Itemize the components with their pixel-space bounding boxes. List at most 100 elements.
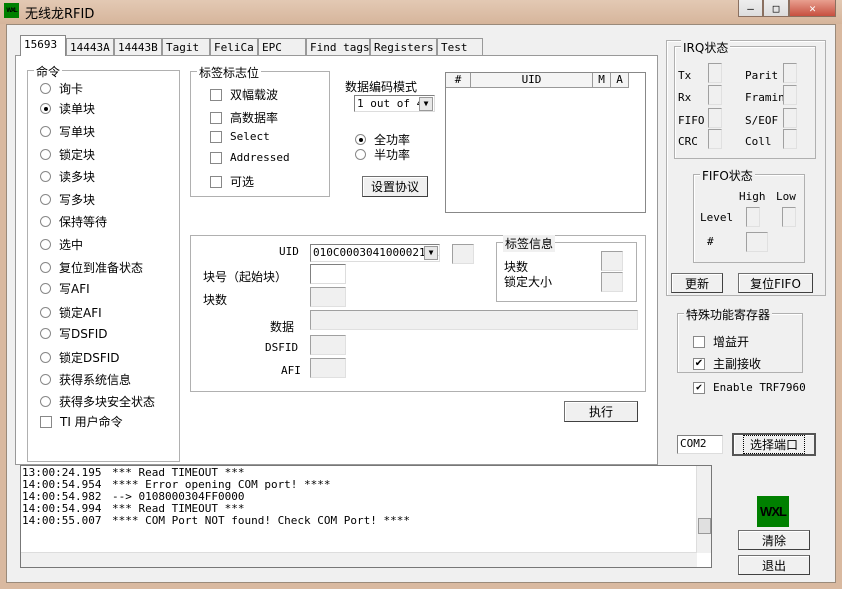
radio-icon[interactable] xyxy=(40,239,51,250)
execute-button[interactable]: 执行 xyxy=(564,401,638,422)
tab-tagit[interactable]: Tagit xyxy=(162,38,210,55)
set-protocol-button[interactable]: 设置协议 xyxy=(362,176,428,197)
chevron-down-icon[interactable]: ▼ xyxy=(424,246,438,260)
irq-indicator xyxy=(783,108,797,128)
checkbox-icon[interactable] xyxy=(210,88,222,101)
checkbox-icon[interactable] xyxy=(210,151,222,164)
radio-icon[interactable] xyxy=(40,283,51,294)
command-radio[interactable]: 写多块 xyxy=(40,191,95,208)
radio-icon[interactable] xyxy=(40,83,51,94)
command-radio[interactable]: 写单块 xyxy=(40,123,95,140)
command-radio[interactable]: 选中 xyxy=(40,236,83,253)
command-radio[interactable]: 写DSFID xyxy=(40,325,108,342)
maximize-button[interactable]: □ xyxy=(763,0,789,17)
col-header-m[interactable]: M xyxy=(593,73,611,88)
scrollbar-thumb[interactable] xyxy=(698,518,711,534)
com-port-input[interactable]: COM2 xyxy=(677,435,723,454)
col-header-index[interactable]: # xyxy=(446,73,471,88)
command-radio[interactable]: 询卡 xyxy=(40,80,83,97)
tab-15693[interactable]: 15693 xyxy=(20,35,66,56)
uid-select[interactable]: 010C000304100002101 ▼ xyxy=(310,244,440,262)
exit-button[interactable]: 退出 xyxy=(738,555,810,575)
command-label: 写AFI xyxy=(59,282,90,296)
col-header-a[interactable]: A xyxy=(611,73,629,88)
radio-icon[interactable] xyxy=(40,307,51,318)
radio-icon[interactable] xyxy=(40,194,51,205)
checkbox-icon[interactable] xyxy=(210,111,222,124)
command-radio[interactable]: 锁定DSFID xyxy=(40,349,120,366)
radio-icon[interactable] xyxy=(40,328,51,339)
tag-info-lock-size-label: 锁定大小 xyxy=(504,275,553,289)
close-button[interactable]: ✕ xyxy=(789,0,836,17)
encoding-select[interactable]: 1 out of 4 ▼ xyxy=(354,95,435,112)
radio-icon[interactable] xyxy=(40,171,51,182)
flag-checkbox[interactable]: 可选 xyxy=(210,173,254,190)
irq-label: CRC xyxy=(678,135,698,148)
refresh-button[interactable]: 更新 xyxy=(671,273,723,293)
ti-user-command-checkbox[interactable]: TI 用户命令 xyxy=(40,413,123,430)
flag-checkbox[interactable]: Addressed xyxy=(210,151,290,164)
vertical-scrollbar[interactable] xyxy=(696,466,711,553)
command-label: 写多块 xyxy=(59,193,96,207)
irq-label: Parit xyxy=(745,69,779,82)
checkbox-icon[interactable] xyxy=(693,335,705,348)
radio-icon[interactable] xyxy=(40,149,51,160)
irq-title: IRQ状态 xyxy=(681,39,731,56)
radio-icon[interactable] xyxy=(40,396,51,407)
radio-icon[interactable] xyxy=(40,374,51,385)
reset-fifo-button[interactable]: 复位FIFO xyxy=(738,273,813,293)
radio-icon[interactable] xyxy=(40,262,51,273)
log-time: 14:00:55.007 xyxy=(22,514,102,527)
tag-list[interactable]: # UID M A xyxy=(445,72,646,213)
main-sub-receive-checkbox[interactable]: ✔ 主副接收 xyxy=(693,355,761,372)
data-input[interactable] xyxy=(310,310,638,330)
minimize-button[interactable]: — xyxy=(738,0,763,17)
radio-icon[interactable] xyxy=(40,216,51,227)
radio-half-power[interactable]: 半功率 xyxy=(355,146,410,163)
clear-button[interactable]: 清除 xyxy=(738,530,810,550)
tab-registers[interactable]: Registers xyxy=(370,38,437,55)
block-start-input[interactable] xyxy=(310,264,346,284)
horizontal-scrollbar[interactable] xyxy=(21,552,697,567)
afi-input[interactable] xyxy=(310,358,346,378)
radio-icon[interactable] xyxy=(355,149,366,160)
irq-indicator xyxy=(708,129,722,149)
flag-checkbox[interactable]: 双幅载波 xyxy=(210,86,278,103)
checkmark-icon[interactable]: ✔ xyxy=(693,357,705,370)
command-radio[interactable]: 复位到准备状态 xyxy=(40,259,143,276)
radio-icon[interactable] xyxy=(40,103,51,114)
flag-checkbox[interactable]: Select xyxy=(210,130,270,143)
tab-epc[interactable]: EPC xyxy=(258,38,306,55)
dsfid-input[interactable] xyxy=(310,335,346,355)
command-radio[interactable]: 获得系统信息 xyxy=(40,371,131,388)
tab-14443a[interactable]: 14443A xyxy=(66,38,114,55)
checkmark-icon[interactable]: ✔ xyxy=(693,381,705,394)
log-output[interactable]: 13:00:24.195 *** Read TIMEOUT *** 14:00:54… xyxy=(20,465,712,568)
checkbox-label: 双幅载波 xyxy=(230,88,279,102)
gain-checkbox[interactable]: 增益开 xyxy=(693,333,749,350)
tab-find-tags[interactable]: Find tags xyxy=(306,38,370,55)
select-port-button[interactable]: 选择端口 xyxy=(732,433,816,456)
radio-icon[interactable] xyxy=(355,134,366,145)
tab-14443b[interactable]: 14443B xyxy=(114,38,162,55)
flag-checkbox[interactable]: 高数据率 xyxy=(210,109,278,126)
command-radio[interactable]: 获得多块安全状态 xyxy=(40,393,155,410)
command-radio[interactable]: 保持等待 xyxy=(40,213,107,230)
radio-icon[interactable] xyxy=(40,352,51,363)
chevron-down-icon[interactable]: ▼ xyxy=(419,97,433,111)
command-radio[interactable]: 锁定块 xyxy=(40,146,95,163)
block-count-input[interactable] xyxy=(310,287,346,307)
irq-label: S/EOF xyxy=(745,114,779,127)
checkbox-icon[interactable] xyxy=(210,130,222,143)
command-radio[interactable]: 锁定AFI xyxy=(40,304,102,321)
tab-test[interactable]: Test xyxy=(437,38,483,55)
command-radio[interactable]: 写AFI xyxy=(40,280,90,297)
checkbox-icon[interactable] xyxy=(40,415,52,428)
command-radio[interactable]: 读多块 xyxy=(40,168,95,185)
radio-icon[interactable] xyxy=(40,126,51,137)
command-radio[interactable]: 读单块 xyxy=(40,100,95,117)
checkbox-icon[interactable] xyxy=(210,175,222,188)
tab-felica[interactable]: FeliCa xyxy=(210,38,258,55)
enable-trf7960-checkbox[interactable]: ✔ Enable TRF7960 xyxy=(693,381,806,394)
col-header-uid[interactable]: UID xyxy=(471,73,593,88)
